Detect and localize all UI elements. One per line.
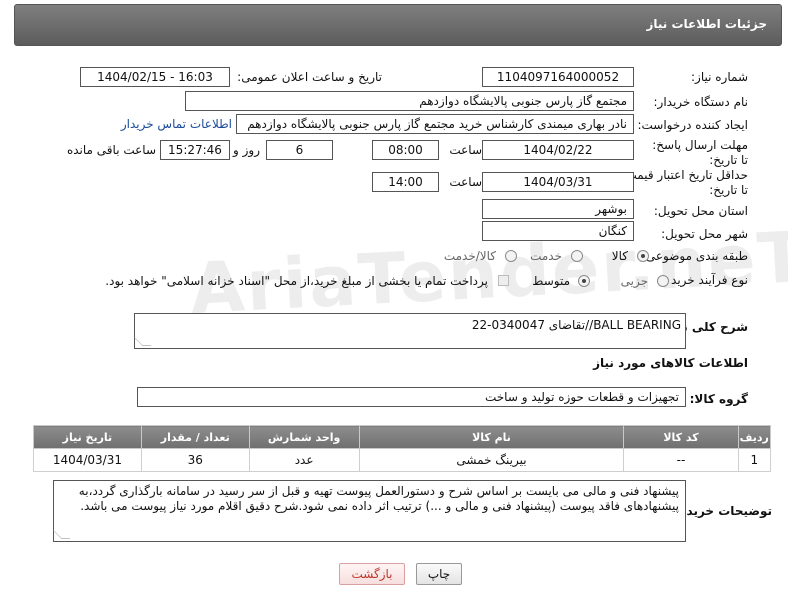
- table-header-row: ردیف کد کالا نام کالا واحد شمارش تعداد /…: [33, 425, 772, 449]
- col-date-header: تاریخ نیاز: [33, 425, 142, 449]
- category-service-radio[interactable]: [571, 250, 583, 262]
- resize-grip-icon: [52, 530, 71, 539]
- announce-field: 1404/02/15 - 16:03: [80, 67, 230, 87]
- need-number-field: 1104097164000052: [482, 67, 634, 87]
- province-label: استان محل تحویل:: [653, 204, 748, 218]
- col-code-header: کد کالا: [623, 425, 739, 449]
- buyer-notes-textarea: پیشنهاد فنی و مالی می بایست بر اساس شرح …: [52, 480, 686, 542]
- col-qty-header: تعداد / مقدار: [140, 425, 250, 449]
- table-row[interactable]: 1 -- بیرینگ خمشی عدد 36 1404/03/31: [33, 448, 772, 472]
- deadline-label: مهلت ارسال پاسخ: تا تاریخ:: [652, 138, 748, 167]
- goods-group-field: تجهیزات و قطعات حوزه تولید و ساخت: [137, 387, 686, 407]
- cell-row: 1: [737, 448, 772, 472]
- process-minor-label: جزیی: [620, 274, 648, 288]
- cell-unit: عدد: [248, 448, 360, 472]
- col-unit-header: واحد شمارش: [248, 425, 360, 449]
- remaining-time-field: 15:27:46: [160, 140, 230, 160]
- category-goods-label: کالا: [611, 249, 628, 263]
- treasury-payment-checkbox[interactable]: [498, 275, 509, 286]
- validity-time-field: 14:00: [372, 172, 439, 192]
- category-goods-radio[interactable]: [637, 250, 649, 262]
- contact-buyer-link[interactable]: اطلاعات تماس خریدار: [121, 117, 232, 131]
- announce-label: تاریخ و ساعت اعلان عمومی:: [237, 70, 382, 84]
- days-label: روز و: [233, 143, 260, 157]
- back-button[interactable]: بازگشت: [339, 563, 405, 585]
- category-service-label: خدمت: [530, 249, 562, 263]
- col-row-header: ردیف: [737, 425, 772, 449]
- validity-date-field: 1404/03/31: [482, 172, 634, 192]
- page-header: جزئیات اطلاعات نیاز: [14, 4, 782, 46]
- category-both-radio[interactable]: [505, 250, 517, 262]
- process-medium-label: متوسط: [532, 274, 570, 288]
- description-textarea: BALL BEARING//تقاضای 0340047-22: [133, 313, 686, 349]
- process-label: نوع فرآیند خرید :: [663, 273, 748, 287]
- resize-grip-icon: [133, 337, 152, 346]
- deadline-time-field: 08:00: [372, 140, 439, 160]
- creator-label: ایجاد کننده درخواست:: [637, 118, 748, 132]
- cell-date: 1404/03/31: [33, 448, 142, 472]
- goods-group-label: گروه کالا:: [689, 392, 748, 406]
- category-label: طبقه بندی موضوعی:: [641, 249, 748, 263]
- city-label: شهر محل تحویل:: [661, 227, 748, 241]
- buyer-org-field: مجتمع گاز پارس جنوبی پالایشگاه دوازدهم: [185, 91, 634, 111]
- items-table: ردیف کد کالا نام کالا واحد شمارش تعداد /…: [33, 425, 772, 472]
- city-field: کنگان: [482, 221, 634, 241]
- treasury-payment-note: پرداخت تمام یا بخشی از مبلغ خرید،از محل …: [105, 274, 488, 288]
- print-button[interactable]: چاپ: [416, 563, 462, 585]
- process-minor-radio[interactable]: [657, 275, 669, 287]
- days-field: 6: [266, 140, 333, 160]
- description-text: BALL BEARING//تقاضای 0340047-22: [471, 318, 681, 332]
- page-title: جزئیات اطلاعات نیاز: [646, 17, 767, 31]
- remaining-label: ساعت باقی مانده: [66, 143, 156, 157]
- cell-name: بیرینگ خمشی: [358, 448, 625, 472]
- col-name-header: نام کالا: [358, 425, 625, 449]
- validity-time-label: ساعت: [449, 175, 482, 189]
- process-medium-radio[interactable]: [578, 275, 590, 287]
- goods-info-title: اطلاعات کالاهای مورد نیاز: [593, 356, 748, 370]
- cell-code: --: [623, 448, 739, 472]
- buyer-notes-text: پیشنهاد فنی و مالی می بایست بر اساس شرح …: [78, 484, 679, 513]
- cell-qty: 36: [140, 448, 250, 472]
- category-both-label: کالا/خدمت: [443, 249, 496, 263]
- validity-label: حداقل تاریخ اعتبار قیمت: تا تاریخ:: [621, 168, 748, 197]
- deadline-date-field: 1404/02/22: [482, 140, 634, 160]
- creator-field: نادر بهاری میمندی کارشناس خرید مجتمع گاز…: [236, 114, 634, 134]
- buyer-org-label: نام دستگاه خریدار:: [653, 95, 749, 109]
- province-field: بوشهر: [482, 199, 634, 219]
- need-number-label: شماره نیاز:: [691, 70, 748, 84]
- deadline-time-label: ساعت: [449, 143, 482, 157]
